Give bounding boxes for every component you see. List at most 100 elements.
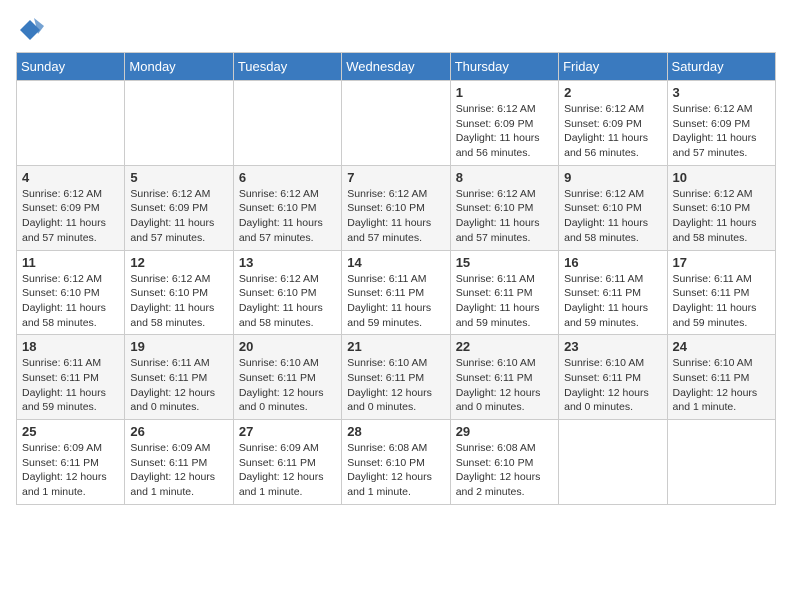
week-row-1: 1 Sunrise: 6:12 AMSunset: 6:09 PMDaylight… [17,81,776,166]
calendar-cell [667,420,775,505]
day-number: 11 [22,255,119,270]
weekday-header-sunday: Sunday [17,53,125,81]
calendar-cell: 18Sunrise: 6:11 AMSunset: 6:11 PMDayligh… [17,335,125,420]
day-info: Sunrise: 6:11 AMSunset: 6:11 PMDaylight:… [564,272,661,331]
day-info: Sunrise: 6:12 AMSunset: 6:10 PMDaylight:… [564,187,661,246]
day-info: Sunrise: 6:09 AMSunset: 6:11 PMDaylight:… [130,441,227,500]
calendar-cell: 29 Sunrise: 6:08 AMSunset: 6:10 PMDayligh… [450,420,558,505]
weekday-header-monday: Monday [125,53,233,81]
calendar-cell: 17 Sunrise: 6:11 AMSunset: 6:11 PMDayligh… [667,250,775,335]
calendar-cell: 20Sunrise: 6:10 AMSunset: 6:11 PMDayligh… [233,335,341,420]
calendar-cell: 16 Sunrise: 6:11 AMSunset: 6:11 PMDayligh… [559,250,667,335]
day-number: 9 [564,170,661,185]
day-number: 15 [456,255,553,270]
weekday-header-saturday: Saturday [667,53,775,81]
calendar-cell [342,81,450,166]
day-info: Sunrise: 6:12 AMSunset: 6:10 PMDaylight:… [239,187,336,246]
day-number: 29 [456,424,553,439]
day-info: Sunrise: 6:12 AMSunset: 6:09 PMDaylight:… [456,102,553,161]
day-number: 17 [673,255,770,270]
day-info: Sunrise: 6:12 AMSunset: 6:10 PMDaylight:… [239,272,336,331]
calendar-cell [17,81,125,166]
calendar-cell: 8 Sunrise: 6:12 AMSunset: 6:10 PMDaylight… [450,165,558,250]
day-number: 12 [130,255,227,270]
day-info: Sunrise: 6:10 AMSunset: 6:11 PMDaylight:… [673,356,770,415]
day-number: 26 [130,424,227,439]
calendar-cell: 4 Sunrise: 6:12 AMSunset: 6:09 PMDaylight… [17,165,125,250]
calendar-cell: 21Sunrise: 6:10 AMSunset: 6:11 PMDayligh… [342,335,450,420]
week-row-3: 11 Sunrise: 6:12 AMSunset: 6:10 PMDayligh… [17,250,776,335]
day-number: 25 [22,424,119,439]
calendar-cell: 14 Sunrise: 6:11 AMSunset: 6:11 PMDayligh… [342,250,450,335]
weekday-header-friday: Friday [559,53,667,81]
day-number: 22 [456,339,553,354]
calendar-cell [559,420,667,505]
week-row-5: 25 Sunrise: 6:09 AMSunset: 6:11 PMDayligh… [17,420,776,505]
day-info: Sunrise: 6:12 AMSunset: 6:10 PMDaylight:… [347,187,444,246]
day-number: 24 [673,339,770,354]
calendar-cell: 3Sunrise: 6:12 AMSunset: 6:09 PMDaylight… [667,81,775,166]
calendar-cell: 19 Sunrise: 6:11 AMSunset: 6:11 PMDayligh… [125,335,233,420]
calendar-cell: 5 Sunrise: 6:12 AMSunset: 6:09 PMDaylight… [125,165,233,250]
day-info: Sunrise: 6:12 AMSunset: 6:09 PMDaylight:… [22,187,119,246]
day-number: 7 [347,170,444,185]
day-info: Sunrise: 6:12 AMSunset: 6:10 PMDaylight:… [22,272,119,331]
calendar-cell: 6Sunrise: 6:12 AMSunset: 6:10 PMDaylight… [233,165,341,250]
calendar-cell: 15 Sunrise: 6:11 AMSunset: 6:11 PMDayligh… [450,250,558,335]
calendar-cell [125,81,233,166]
day-number: 10 [673,170,770,185]
weekday-header-row: SundayMondayTuesdayWednesdayThursdayFrid… [17,53,776,81]
logo-icon [16,16,44,44]
calendar-cell: 7 Sunrise: 6:12 AMSunset: 6:10 PMDaylight… [342,165,450,250]
day-info: Sunrise: 6:12 AMSunset: 6:10 PMDaylight:… [130,272,227,331]
day-info: Sunrise: 6:12 AMSunset: 6:09 PMDaylight:… [564,102,661,161]
day-number: 8 [456,170,553,185]
day-number: 5 [130,170,227,185]
day-number: 14 [347,255,444,270]
day-info: Sunrise: 6:12 AMSunset: 6:09 PMDaylight:… [130,187,227,246]
calendar-cell: 12 Sunrise: 6:12 AMSunset: 6:10 PMDayligh… [125,250,233,335]
day-info: Sunrise: 6:08 AMSunset: 6:10 PMDaylight:… [456,441,553,500]
day-info: Sunrise: 6:12 AMSunset: 6:10 PMDaylight:… [673,187,770,246]
calendar-table: SundayMondayTuesdayWednesdayThursdayFrid… [16,52,776,505]
day-number: 18 [22,339,119,354]
week-row-2: 4 Sunrise: 6:12 AMSunset: 6:09 PMDaylight… [17,165,776,250]
day-number: 4 [22,170,119,185]
day-number: 27 [239,424,336,439]
day-number: 28 [347,424,444,439]
calendar-cell: 28 Sunrise: 6:08 AMSunset: 6:10 PMDayligh… [342,420,450,505]
day-number: 19 [130,339,227,354]
calendar-cell: 9 Sunrise: 6:12 AMSunset: 6:10 PMDaylight… [559,165,667,250]
calendar-cell: 1 Sunrise: 6:12 AMSunset: 6:09 PMDaylight… [450,81,558,166]
day-number: 16 [564,255,661,270]
day-info: Sunrise: 6:10 AMSunset: 6:11 PMDaylight:… [456,356,553,415]
day-number: 1 [456,85,553,100]
day-number: 21 [347,339,444,354]
day-info: Sunrise: 6:12 AMSunset: 6:09 PMDaylight:… [673,102,770,161]
day-info: Sunrise: 6:10 AMSunset: 6:11 PMDaylight:… [564,356,661,415]
day-number: 23 [564,339,661,354]
calendar-cell: 25 Sunrise: 6:09 AMSunset: 6:11 PMDayligh… [17,420,125,505]
day-info: Sunrise: 6:11 AMSunset: 6:11 PMDaylight:… [456,272,553,331]
calendar-cell [233,81,341,166]
calendar-cell: 10 Sunrise: 6:12 AMSunset: 6:10 PMDayligh… [667,165,775,250]
logo [16,16,48,44]
calendar-cell: 27Sunrise: 6:09 AMSunset: 6:11 PMDayligh… [233,420,341,505]
header [16,16,776,44]
day-info: Sunrise: 6:09 AMSunset: 6:11 PMDaylight:… [22,441,119,500]
calendar-cell: 2Sunrise: 6:12 AMSunset: 6:09 PMDaylight… [559,81,667,166]
calendar-cell: 24 Sunrise: 6:10 AMSunset: 6:11 PMDayligh… [667,335,775,420]
weekday-header-thursday: Thursday [450,53,558,81]
weekday-header-wednesday: Wednesday [342,53,450,81]
day-info: Sunrise: 6:10 AMSunset: 6:11 PMDaylight:… [239,356,336,415]
day-info: Sunrise: 6:11 AMSunset: 6:11 PMDaylight:… [673,272,770,331]
day-info: Sunrise: 6:08 AMSunset: 6:10 PMDaylight:… [347,441,444,500]
calendar-cell: 26 Sunrise: 6:09 AMSunset: 6:11 PMDayligh… [125,420,233,505]
day-info: Sunrise: 6:11 AMSunset: 6:11 PMDaylight:… [347,272,444,331]
calendar-cell: 13Sunrise: 6:12 AMSunset: 6:10 PMDayligh… [233,250,341,335]
calendar-cell: 23 Sunrise: 6:10 AMSunset: 6:11 PMDayligh… [559,335,667,420]
day-info: Sunrise: 6:12 AMSunset: 6:10 PMDaylight:… [456,187,553,246]
day-info: Sunrise: 6:11 AMSunset: 6:11 PMDaylight:… [130,356,227,415]
week-row-4: 18 Sunrise: 6:11 AMSunset: 6:11 PMDayligh… [17,335,776,420]
weekday-header-tuesday: Tuesday [233,53,341,81]
